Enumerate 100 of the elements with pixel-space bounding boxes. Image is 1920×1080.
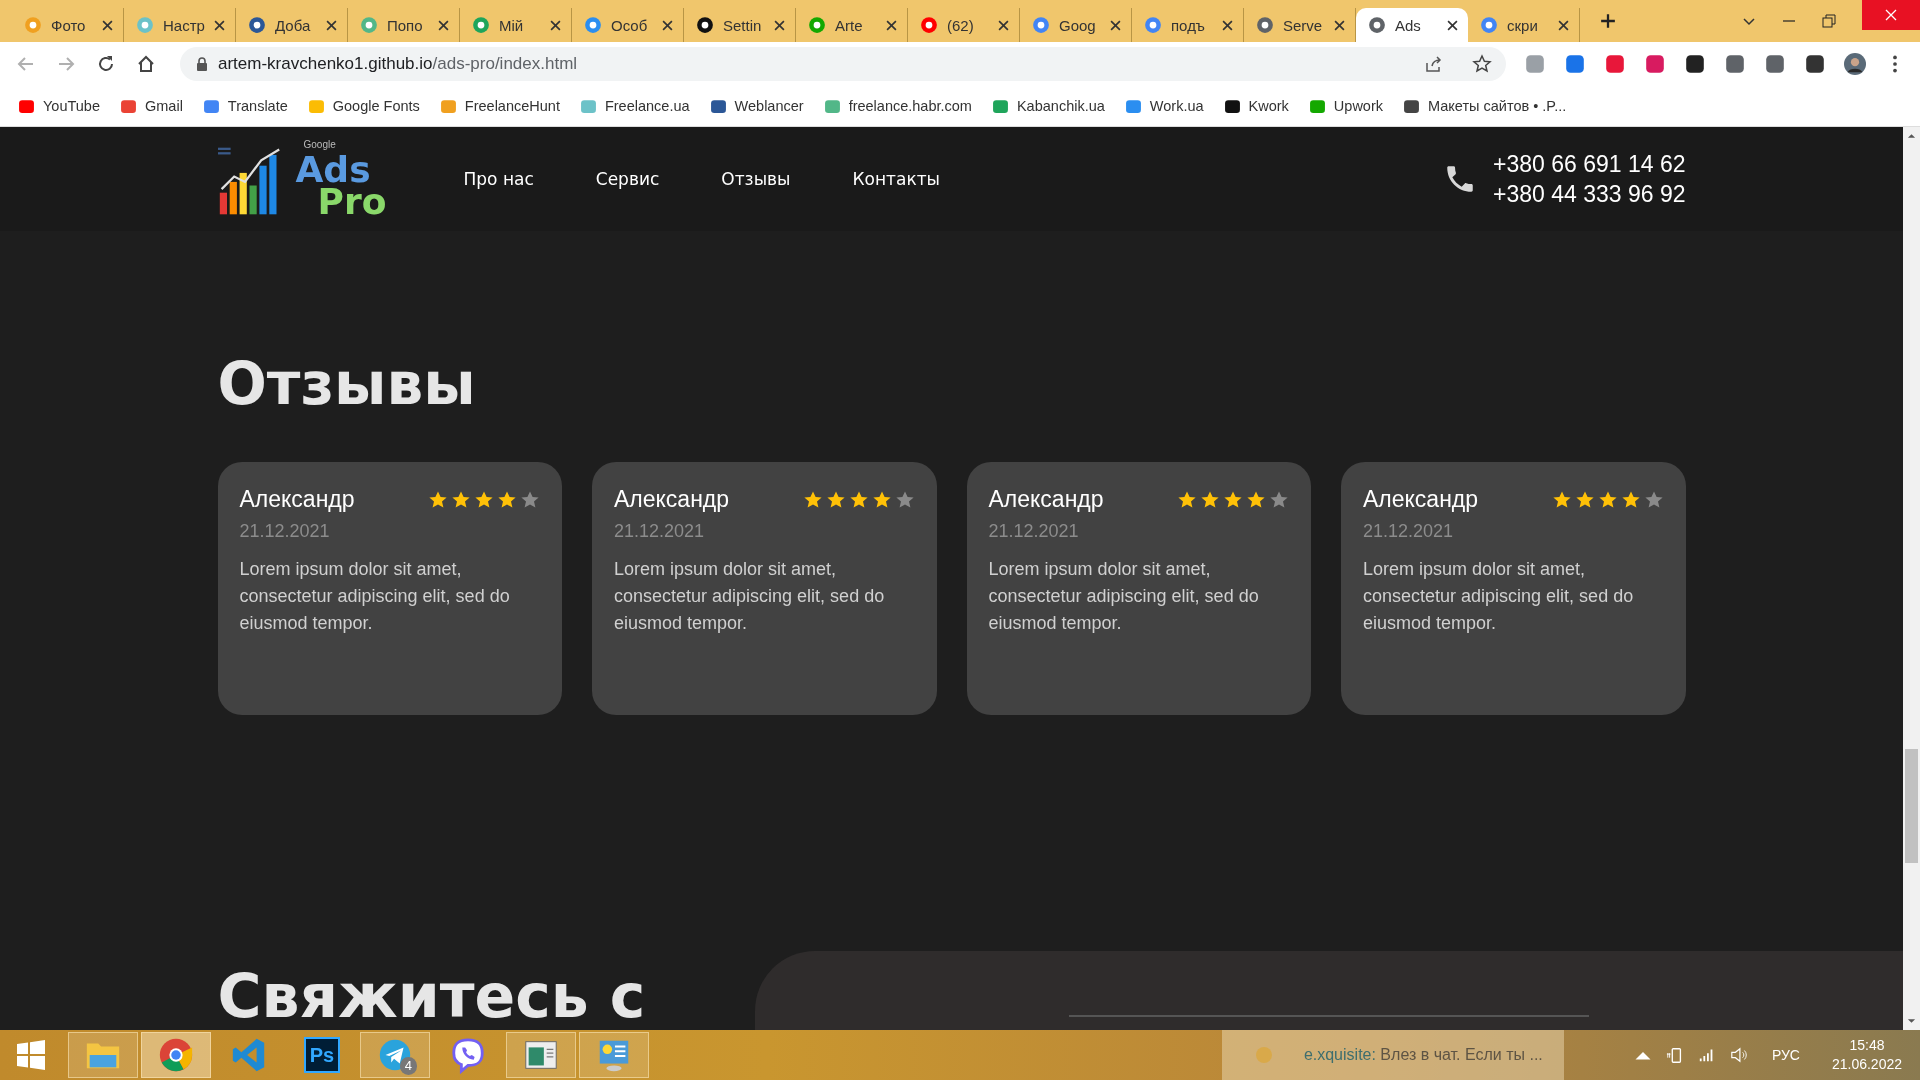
bookmark-icon (709, 97, 727, 115)
bookmark[interactable]: Gmail (120, 97, 183, 115)
lock-icon[interactable] (196, 57, 208, 71)
clock-date[interactable]: 21.06.2022 (1831, 1055, 1902, 1074)
logo-word: Pro (317, 186, 388, 219)
close-icon[interactable] (1558, 19, 1569, 31)
avatar-icon[interactable] (1844, 53, 1866, 75)
site-icon (920, 16, 938, 34)
review-date: 21.12.2021 (1363, 521, 1455, 543)
site-icon (360, 16, 378, 34)
bookmark[interactable]: FreelanceHunt (439, 97, 560, 115)
taskbar-app[interactable] (141, 1032, 211, 1078)
windows-start-icon[interactable] (16, 1040, 46, 1070)
star-icon[interactable] (1472, 54, 1492, 74)
phone-link[interactable]: +380 66 691 14 62 (1493, 150, 1686, 177)
close-icon[interactable] (1110, 19, 1121, 31)
bookmark[interactable]: Макеты сайтов • .P... (1403, 97, 1567, 115)
bookmark[interactable]: YouTube (18, 97, 100, 115)
bookmark-icon (18, 97, 35, 115)
review-text: Lorem ipsum dolor sit amet, consectetur adipiscing elit, sed do eiusmod tempor. (239, 558, 511, 636)
review-date: 21.12.2021 (614, 521, 706, 543)
bookmark[interactable]: Upwork (1308, 97, 1383, 115)
close-icon[interactable] (774, 19, 785, 31)
review-text: Lorem ipsum dolor sit amet, consectetur adipiscing elit, sed do eiusmod tempor. (614, 558, 886, 636)
bookmark-icon (307, 97, 325, 115)
restore-icon[interactable] (1822, 14, 1836, 28)
bookmark[interactable]: Weblancer (709, 97, 804, 115)
site-icon (696, 16, 714, 34)
notification-text: e.xquisite: Влез в чат. Если ты ... (1303, 1046, 1543, 1064)
close-icon[interactable] (1222, 19, 1233, 31)
bookmark-icon (1223, 97, 1241, 115)
bookmark-icon (1124, 97, 1142, 115)
close-icon[interactable] (438, 19, 449, 31)
bookmark-icon (202, 97, 220, 115)
close-icon[interactable] (214, 19, 225, 31)
close-icon[interactable] (998, 19, 1009, 31)
scrollbar[interactable] (1903, 127, 1920, 1030)
site-icon (1032, 16, 1050, 34)
review-date: 21.12.2021 (988, 521, 1080, 543)
phone-link[interactable]: +380 44 333 96 92 (1493, 181, 1686, 208)
site-icon (1368, 16, 1386, 34)
scrollbar-thumb[interactable] (1905, 749, 1918, 863)
review-text: Lorem ipsum dolor sit amet, consectetur adipiscing elit, sed do eiusmod tempor. (988, 558, 1260, 636)
reviewer-name: Александр (1363, 486, 1479, 514)
bookmark[interactable]: Kabanchik.ua (991, 97, 1105, 115)
site-icon (1480, 16, 1498, 34)
chrome-icon (157, 1036, 195, 1074)
reload-icon[interactable] (96, 54, 116, 74)
reviewer-name: Александр (614, 486, 730, 514)
nav-link[interactable]: Про нас (463, 169, 534, 189)
bookmark-icon (991, 97, 1009, 115)
nav-link[interactable]: Отзывы (721, 169, 791, 189)
scroll-down-icon[interactable] (1907, 1018, 1916, 1024)
bookmark-icon (1403, 97, 1420, 115)
scroll-up-icon[interactable] (1907, 133, 1916, 139)
taskbar-app[interactable] (506, 1032, 576, 1078)
address-bar[interactable]: artem-kravchenko1.github.io/ads-pro/index.html (180, 47, 1506, 81)
chat-notification[interactable]: e.xquisite: Влез в чат. Если ты ... (1221, 1030, 1564, 1080)
close-icon[interactable] (662, 19, 673, 31)
close-icon[interactable] (886, 19, 897, 31)
taskbar-app[interactable]: Ps (287, 1032, 357, 1078)
extension-icon[interactable] (1724, 53, 1746, 75)
bookmark[interactable]: Work.ua (1124, 97, 1204, 115)
extension-icon[interactable] (1684, 53, 1706, 75)
site-icon (136, 16, 154, 34)
bookmark[interactable]: Kwork (1223, 97, 1289, 115)
logo-word: Ads (295, 154, 371, 187)
bookmark-icon (120, 97, 137, 115)
share-icon[interactable] (1424, 54, 1444, 74)
url-text: artem-kravchenko1.github.io/ads-pro/index.html (218, 54, 579, 74)
review-text: Lorem ipsum dolor sit amet, consectetur adipiscing elit, sed do eiusmod tempor. (1363, 558, 1635, 636)
site-icon (472, 16, 490, 34)
battery-icon[interactable] (1665, 1046, 1684, 1064)
close-icon[interactable] (326, 19, 337, 31)
extension-icon[interactable] (1804, 53, 1826, 75)
home-icon[interactable] (136, 54, 156, 74)
taskbar-app[interactable]: 4 (360, 1032, 430, 1078)
nav-link[interactable]: Сервис (595, 169, 660, 189)
reviewer-name: Александр (988, 486, 1104, 514)
section-heading: Свяжитесь с (217, 960, 646, 1030)
review-date: 21.12.2021 (239, 521, 331, 543)
plus-icon[interactable] (1600, 13, 1616, 29)
bookmark[interactable]: freelance.habr.com (823, 97, 972, 115)
nav-link[interactable]: Контакты (852, 169, 940, 189)
speaker-icon[interactable] (1729, 1046, 1748, 1064)
close-icon[interactable] (1447, 19, 1458, 31)
clock-time[interactable]: 15:48 (1849, 1036, 1885, 1055)
extension-icon[interactable] (1764, 53, 1786, 75)
bookmark[interactable]: Translate (202, 97, 288, 115)
site-icon (584, 16, 602, 34)
bookmark[interactable]: Freelance.ua (579, 97, 690, 115)
close-icon[interactable] (550, 19, 561, 31)
site-icon (808, 16, 826, 34)
close-icon[interactable] (102, 19, 113, 31)
site-icon (24, 16, 42, 34)
bookmark[interactable]: Google Fonts (307, 97, 420, 115)
close-icon[interactable] (1334, 19, 1345, 31)
bookmark-icon (579, 97, 597, 115)
browser-tab[interactable]: Ads (1356, 8, 1468, 42)
language-indicator[interactable]: РУС (1771, 1047, 1800, 1063)
